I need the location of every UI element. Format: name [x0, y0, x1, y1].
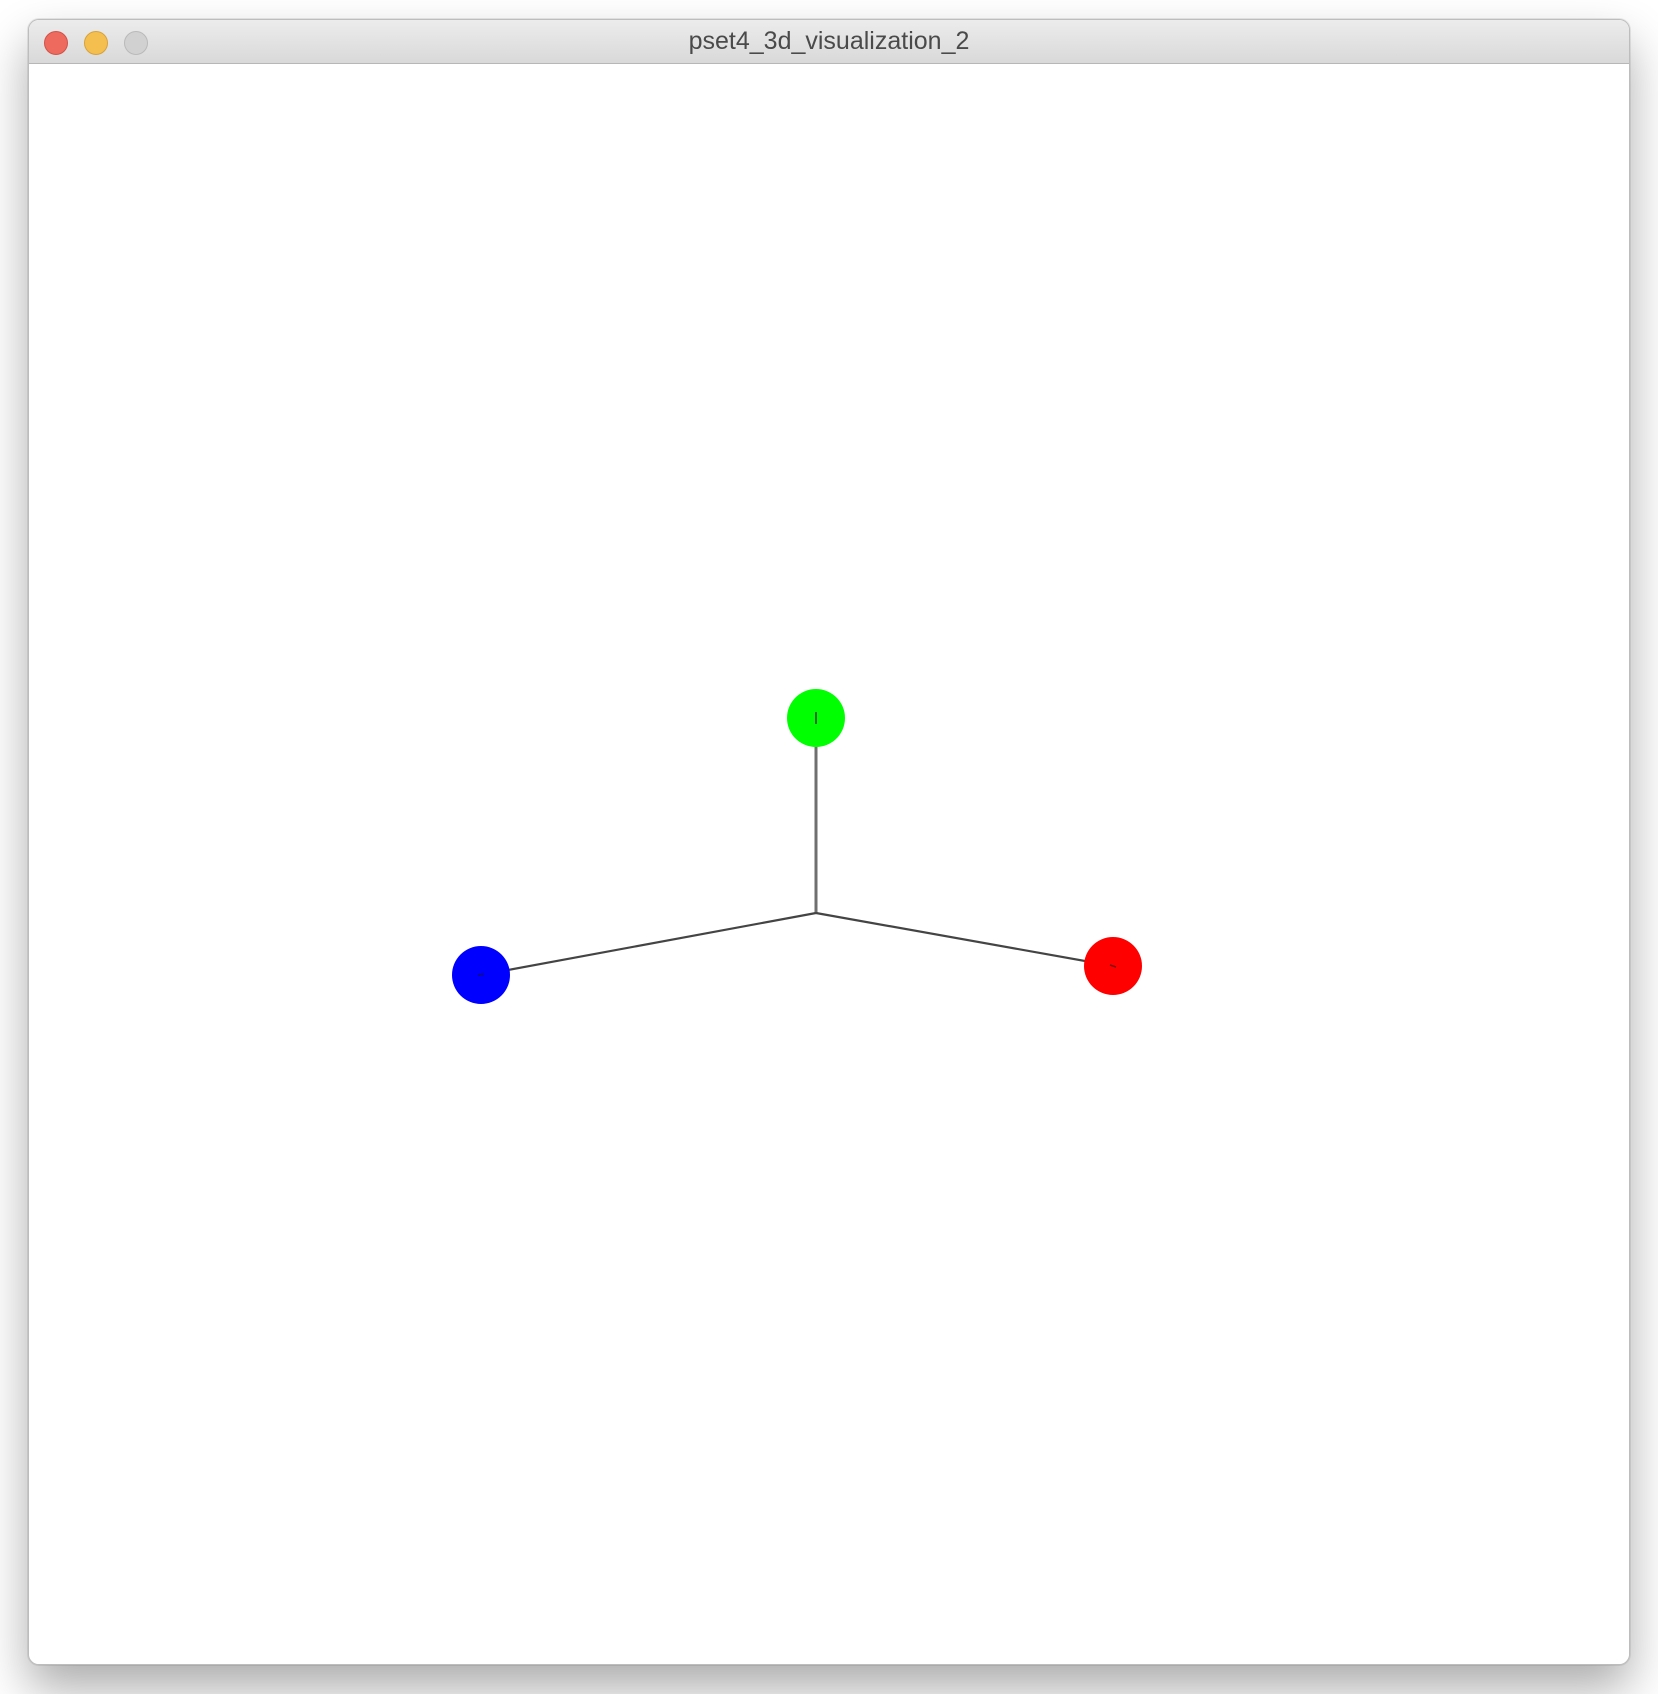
app-window: pset4_3d_visualization_2 — [28, 19, 1630, 1665]
visualization-canvas[interactable] — [29, 64, 1629, 1664]
desktop: pset4_3d_visualization_2 — [0, 0, 1658, 1694]
window-title: pset4_3d_visualization_2 — [688, 27, 970, 55]
x-axis-line — [815, 911, 1114, 968]
z-axis-marker-tick — [477, 973, 485, 976]
z-axis-line — [480, 911, 817, 977]
title-bar[interactable]: pset4_3d_visualization_2 — [29, 20, 1629, 64]
3d-axes-drawing — [452, 689, 1142, 1004]
